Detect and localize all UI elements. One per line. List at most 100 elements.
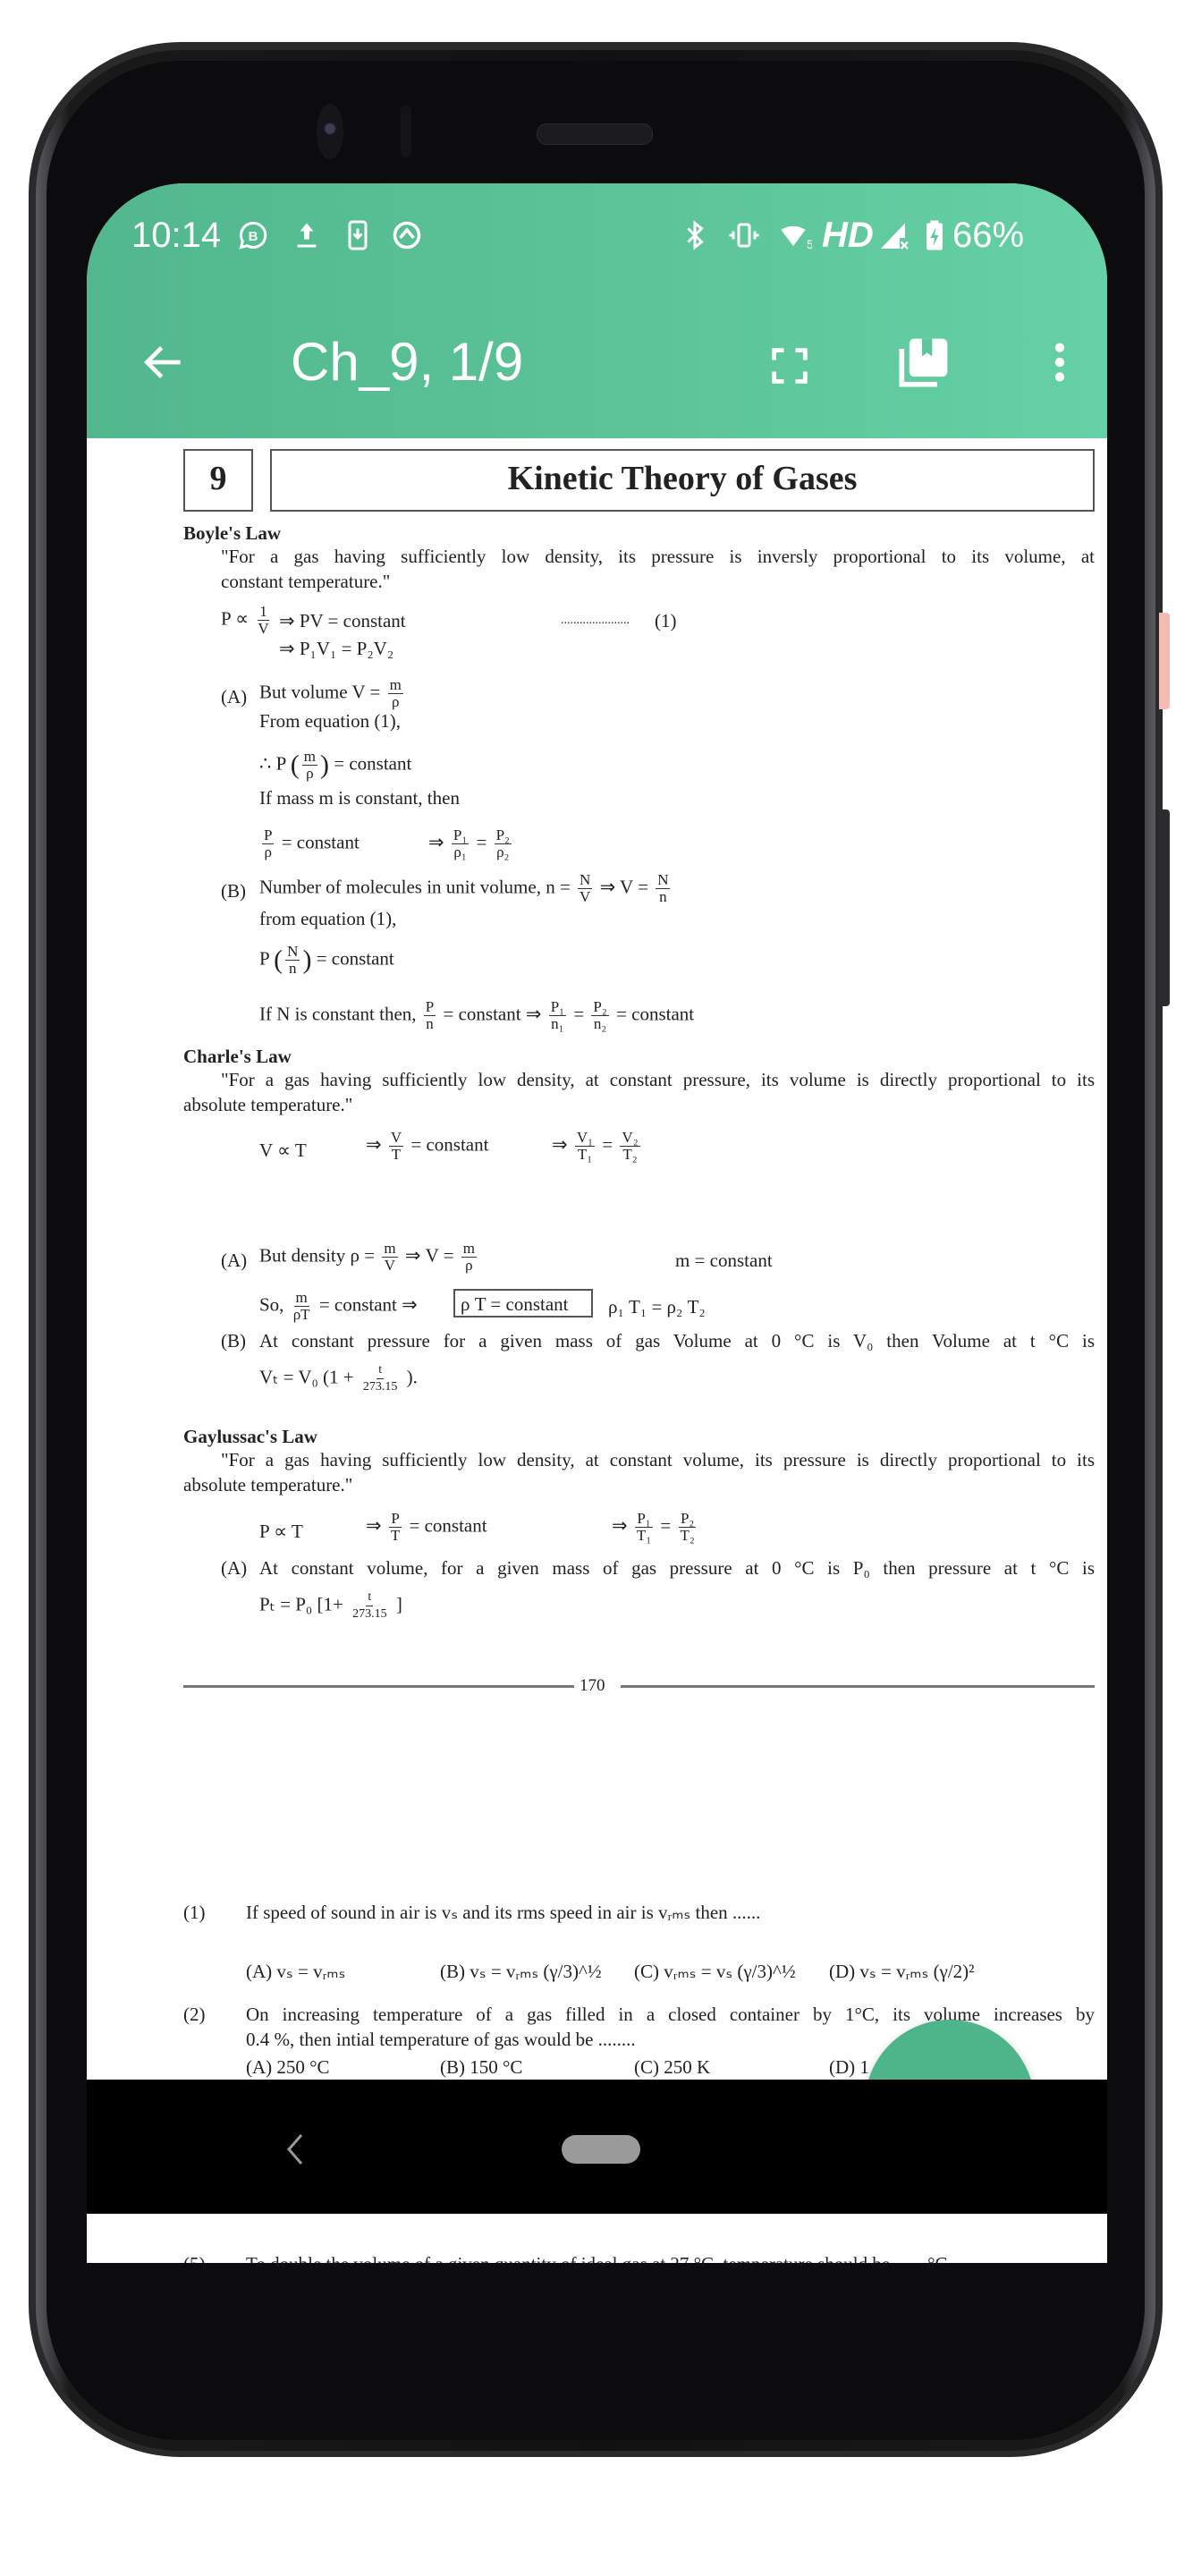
eq-text: ⇒ V = bbox=[599, 876, 648, 898]
numerator: P₁ bbox=[451, 826, 470, 844]
option-c[interactable]: (C) 250 K bbox=[634, 2055, 710, 2080]
numerator: P bbox=[389, 1510, 402, 1528]
question-text: If speed of sound in air is vₛ and its r… bbox=[246, 1902, 761, 1923]
question-number: (1) bbox=[183, 1902, 206, 1923]
section-heading-charles: Charle's Law bbox=[183, 1046, 292, 1067]
eq-text: = constant bbox=[316, 947, 394, 970]
numerator: P bbox=[423, 998, 436, 1016]
power-button[interactable] bbox=[1159, 613, 1170, 709]
option-a[interactable]: (A) 250 °C bbox=[246, 2055, 330, 2080]
fraction: VT bbox=[388, 1129, 404, 1163]
eq-text: ⇒ V = bbox=[404, 1244, 454, 1267]
fraction: Pn bbox=[423, 998, 436, 1032]
option-a[interactable]: (A) vₛ = vᵣₘₛ bbox=[246, 1959, 345, 1984]
numerator: N bbox=[578, 871, 593, 889]
eq-text: = constant ⇒ bbox=[318, 1293, 418, 1316]
denominator: n bbox=[426, 1015, 434, 1032]
fraction: NV bbox=[578, 871, 593, 905]
fraction: V₁ T₁ bbox=[574, 1129, 596, 1163]
fraction: 1V bbox=[256, 604, 270, 637]
numerator: t bbox=[377, 1362, 385, 1379]
option-b[interactable]: (B) vₛ = vᵣₘₛ (γ/3)^½ bbox=[440, 1959, 602, 1984]
chapter-title: Kinetic Theory of Gases bbox=[507, 460, 858, 497]
denominator: ρ bbox=[306, 765, 314, 782]
charles-v-over-t: ⇒ VT = constant bbox=[366, 1130, 488, 1163]
proximity-sensor bbox=[401, 106, 411, 157]
eq-text: = constant bbox=[281, 831, 360, 853]
nav-home-pill[interactable] bbox=[562, 2135, 640, 2164]
fraction: PT bbox=[389, 1511, 402, 1544]
eq-text: P bbox=[259, 947, 269, 970]
charles-quote-line-2: absolute temperature." bbox=[183, 1094, 353, 1115]
numerator: m bbox=[382, 1240, 398, 1258]
fraction: mρ bbox=[461, 1240, 478, 1274]
denominator: T bbox=[390, 1527, 401, 1544]
numerator: m bbox=[293, 1289, 309, 1307]
denominator: T₂ bbox=[680, 1527, 695, 1544]
option-d[interactable]: (D) 1 bbox=[829, 2055, 869, 2080]
boyle-equation-1-right: ⇒ PV = constant bbox=[279, 610, 406, 631]
fraction: P₁ ρ₁ bbox=[451, 826, 470, 860]
numerator: V bbox=[388, 1129, 404, 1147]
if-mass-constant: If mass m is constant, then bbox=[259, 787, 460, 809]
page-rule-right bbox=[621, 1685, 1095, 1688]
eq-text: = constant bbox=[616, 1003, 695, 1025]
fraction: V₂ T₂ bbox=[620, 1130, 640, 1163]
nav-back-icon[interactable] bbox=[282, 2131, 309, 2167]
question-text-cont: 0.4 %, then intial temperature of gas wo… bbox=[246, 2029, 636, 2050]
fraction: m ρT bbox=[292, 1290, 312, 1323]
item-label: (A) bbox=[221, 686, 248, 708]
front-camera-icon bbox=[317, 104, 343, 159]
denominator: T₁ bbox=[577, 1146, 593, 1163]
eq-text: ⇒ bbox=[612, 1514, 628, 1537]
denominator: T₂ bbox=[622, 1146, 638, 1163]
gaylussac-quote-line-1: "For a gas having sufficiently low densi… bbox=[221, 1449, 1095, 1470]
eq-text: Vₜ = V₀ (1 + bbox=[259, 1366, 354, 1388]
fraction: P₁ T₁ bbox=[635, 1511, 653, 1544]
option-c[interactable]: (C) vᵣₘₛ = vₛ (γ/3)^½ bbox=[634, 1959, 796, 1984]
denominator: 273.15 bbox=[352, 1607, 387, 1621]
eq-text: = bbox=[573, 1003, 585, 1025]
denominator: 273.15 bbox=[362, 1380, 398, 1394]
boyle-quote-line-2: constant temperature." bbox=[221, 571, 391, 592]
denominator: V bbox=[580, 888, 591, 905]
charles-proportional: V ∝ T bbox=[259, 1140, 307, 1161]
option-b[interactable]: (B) 150 °C bbox=[440, 2055, 522, 2080]
numerator: P₂ bbox=[678, 1510, 697, 1528]
section-heading-gaylussac: Gaylussac's Law bbox=[183, 1426, 317, 1447]
numerator: m bbox=[387, 676, 403, 694]
eq-text: Pₜ = P₀ [1+ bbox=[259, 1593, 343, 1615]
denominator: n bbox=[289, 960, 297, 977]
fraction: P₂ T₂ bbox=[678, 1510, 697, 1544]
eq-text: If N is constant then, bbox=[259, 1003, 417, 1025]
charles-ratio: ⇒ V₁ T₁ = V₂ T₂ bbox=[552, 1130, 643, 1163]
boyle-b-molecules: Number of molecules in unit volume, n = … bbox=[259, 872, 673, 905]
volume-button[interactable] bbox=[1159, 809, 1170, 1006]
fraction: P₁ n₁ bbox=[548, 999, 567, 1032]
boyle-p-rho-ratio: ⇒ P₁ ρ₁ = P₂ ρ₂ bbox=[428, 827, 514, 860]
numerator: V₁ bbox=[574, 1129, 596, 1147]
eq-text: ⇒ bbox=[428, 831, 444, 853]
option-d[interactable]: (D) vₛ = vᵣₘₛ (γ/2)² bbox=[829, 1959, 974, 1984]
numerator: t bbox=[366, 1589, 374, 1606]
charles-b-text: At constant pressure for a given mass of… bbox=[259, 1330, 1095, 1352]
denominator: n₂ bbox=[593, 1015, 607, 1032]
boyle-p-rho: Pρ = constant bbox=[259, 827, 360, 860]
numerator: P₂ bbox=[591, 998, 609, 1016]
chapter-number: 9 bbox=[209, 460, 227, 497]
boyle-a-volume: But volume V = mρ bbox=[259, 677, 406, 710]
denominator: ρT bbox=[292, 1306, 310, 1323]
eq-text: ∴ P bbox=[259, 752, 286, 775]
question-text: To double the volume of a given quantity… bbox=[246, 2251, 948, 2263]
document-viewer[interactable]: 9 Kinetic Theory of Gases Boyle's Law "F… bbox=[87, 183, 1107, 2263]
eq-text: ⇒ bbox=[366, 1133, 382, 1156]
charles-quote-line-1: "For a gas having sufficiently low densi… bbox=[221, 1069, 1095, 1090]
navigation-bar bbox=[87, 2080, 1107, 2214]
eq-text: ⇒ bbox=[366, 1514, 382, 1537]
item-label: (A) bbox=[221, 1250, 248, 1271]
item-label: (B) bbox=[221, 880, 246, 902]
from-equation: From equation (1), bbox=[259, 710, 402, 732]
numerator: m bbox=[461, 1240, 478, 1258]
eq-text: But volume V = bbox=[259, 681, 381, 703]
denominator: T₁ bbox=[636, 1527, 652, 1544]
